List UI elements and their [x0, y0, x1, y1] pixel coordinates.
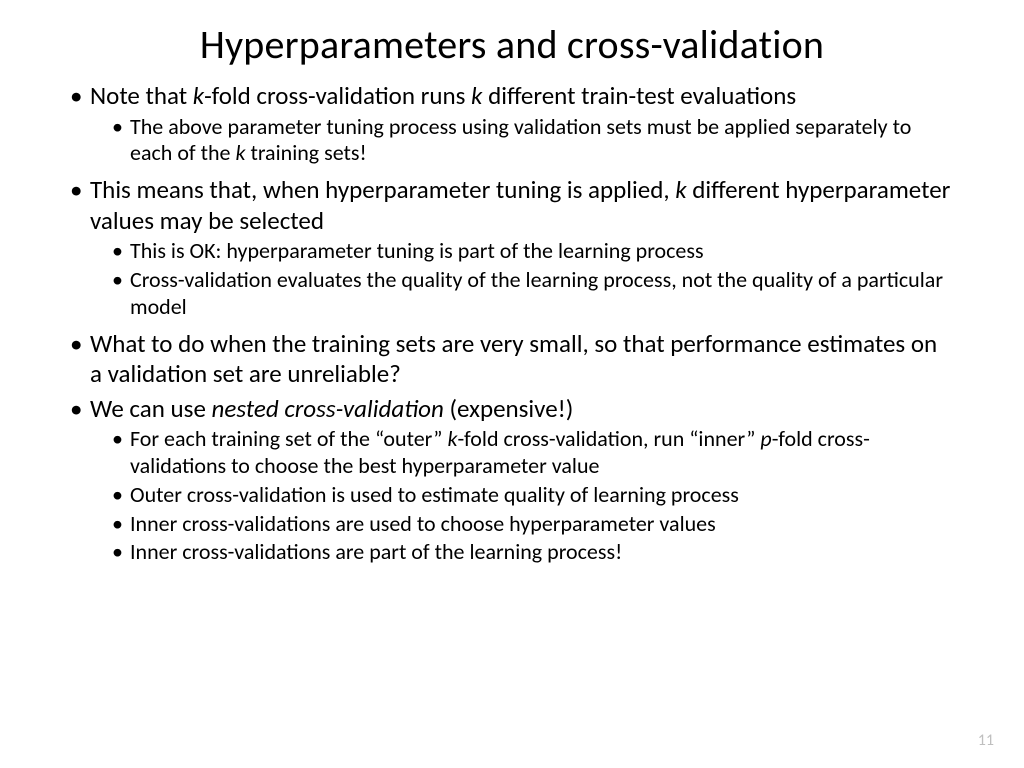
sub-bullet: Outer cross-validation is used to estima…: [112, 482, 954, 509]
bullet-list: Note that k-fold cross-validation runs k…: [70, 81, 954, 566]
sub-list: For each training set of the “outer” k-f…: [90, 426, 954, 566]
sub-bullet: For each training set of the “outer” k-f…: [112, 426, 954, 480]
slide-title: Hyperparameters and cross-validation: [70, 20, 954, 69]
italic-k: k: [447, 425, 457, 452]
text: -fold cross-validation, run “inner”: [458, 425, 761, 452]
sub-bullet: Inner cross-validations are used to choo…: [112, 511, 954, 538]
bullet-4: We can use nested cross-validation (expe…: [70, 394, 954, 567]
sub-bullet: Cross-validation evaluates the quality o…: [112, 267, 954, 321]
text: (expensive!): [444, 393, 574, 424]
text: Note that: [90, 80, 193, 111]
sub-bullet: This is OK: hyperparameter tuning is par…: [112, 238, 954, 265]
slide: Hyperparameters and cross-validation Not…: [0, 0, 1024, 768]
bullet-3: What to do when the training sets are ve…: [70, 329, 954, 390]
text: -fold cross-validation runs: [204, 80, 471, 111]
bullet-2: This means that, when hyperparameter tun…: [70, 175, 954, 320]
text: For each training set of the “outer”: [130, 425, 447, 452]
text: different train-test evaluations: [482, 80, 796, 111]
italic-k: k: [235, 139, 245, 166]
page-number: 11: [978, 731, 994, 750]
text: training sets!: [245, 139, 366, 166]
italic-k: k: [471, 80, 482, 111]
italic-k: k: [193, 80, 204, 111]
sub-bullet: Inner cross-validations are part of the …: [112, 539, 954, 566]
italic-p: p: [760, 425, 771, 452]
sub-bullet: The above parameter tuning process using…: [112, 114, 954, 168]
bullet-1: Note that k-fold cross-validation runs k…: [70, 81, 954, 167]
sub-list: This is OK: hyperparameter tuning is par…: [90, 238, 954, 320]
sub-list: The above parameter tuning process using…: [90, 114, 954, 168]
text: This means that, when hyperparameter tun…: [90, 174, 675, 205]
italic-nested: nested cross-validation: [212, 393, 444, 424]
text: We can use: [90, 393, 212, 424]
italic-k: k: [675, 174, 686, 205]
